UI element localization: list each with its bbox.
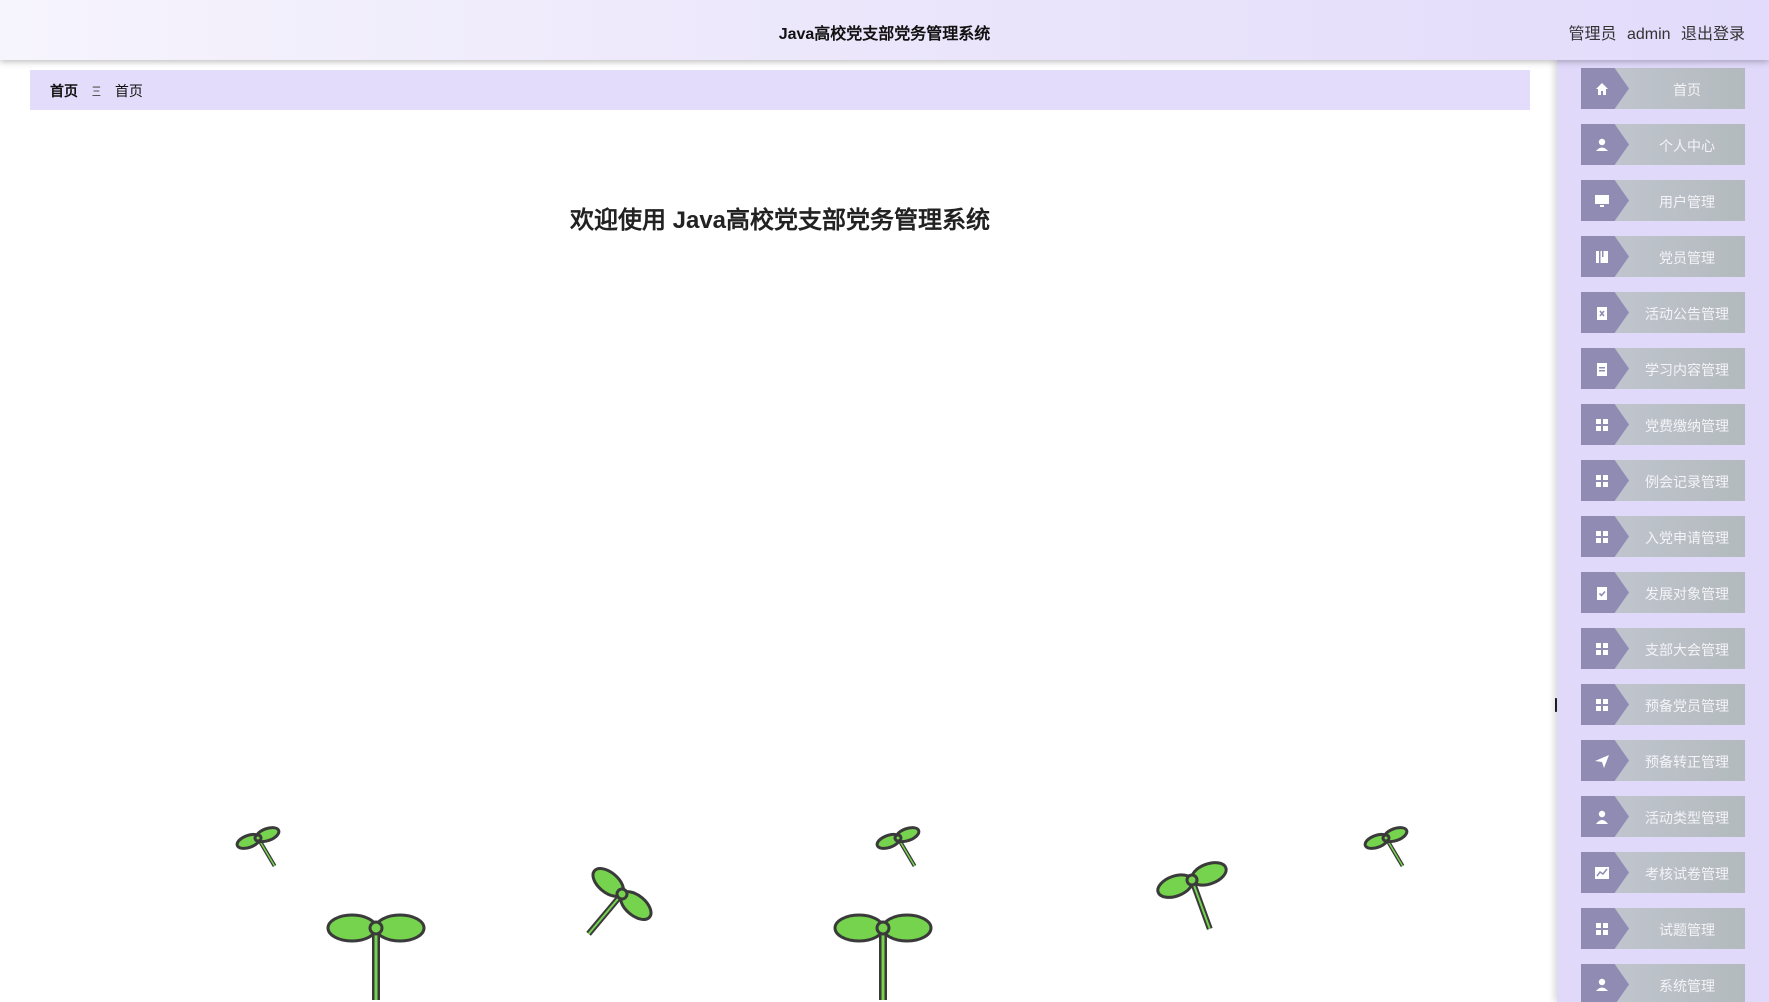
sidebar-item-label: 发展对象管理 xyxy=(1645,586,1729,602)
grid-icon xyxy=(1593,640,1611,658)
user-icon xyxy=(1593,136,1611,154)
sidebar-item[interactable]: 发展对象管理 xyxy=(1581,572,1745,613)
sidebar-item-label: 首页 xyxy=(1673,82,1701,98)
logout-link[interactable]: 退出登录 xyxy=(1681,26,1745,43)
sprout-icon xyxy=(235,826,1409,1000)
username: admin xyxy=(1626,26,1671,43)
sidebar-item-label: 个人中心 xyxy=(1659,138,1715,154)
book-icon xyxy=(1593,248,1611,266)
sidebar-item[interactable]: 党费缴纳管理 xyxy=(1581,404,1745,445)
sidebar-item-label: 预备转正管理 xyxy=(1645,754,1729,770)
clipboard-x-icon xyxy=(1593,304,1611,322)
grid-icon xyxy=(1593,472,1611,490)
sidebar: 首页个人中心用户管理党员管理活动公告管理 学习内容管理 党费缴纳管理 例会记录管理 入党… xyxy=(1557,60,1769,1002)
sidebar-item-label: 活动类型管理 xyxy=(1645,810,1729,826)
sidebar-item[interactable]: 系统管理 xyxy=(1581,964,1745,1002)
clipboard-check-icon xyxy=(1593,584,1611,602)
grid-icon xyxy=(1593,696,1611,714)
sidebar-item[interactable]: 用户管理 xyxy=(1581,180,1745,221)
sidebar-item-label: 例会记录管理 xyxy=(1645,474,1729,490)
sidebar-item[interactable]: 例会记录管理 xyxy=(1581,460,1745,501)
sidebar-item[interactable]: 预备党员管理 xyxy=(1581,684,1745,725)
user-area: 管理员 admin 退出登录 xyxy=(1562,20,1745,44)
sidebar-item-label: 系统管理 xyxy=(1659,978,1715,994)
breadcrumb-separator: Ξ xyxy=(91,83,101,99)
sidebar-item-label: 支部大会管理 xyxy=(1645,642,1729,658)
person-icon xyxy=(1593,808,1611,826)
sidebar-item-label: 用户管理 xyxy=(1659,194,1715,210)
sidebar-item-label: 学习内容管理 xyxy=(1645,362,1729,378)
sidebar-item-label: 试题管理 xyxy=(1659,922,1715,938)
sidebar-item[interactable]: 活动类型管理 xyxy=(1581,796,1745,837)
sidebar-item[interactable]: 学习内容管理 xyxy=(1581,348,1745,389)
sidebar-item-label: 活动公告管理 xyxy=(1645,306,1729,322)
sidebar-item[interactable]: 预备转正管理 xyxy=(1581,740,1745,781)
sidebar-item-label: 入党申请管理 xyxy=(1645,530,1729,546)
sprout-decorations xyxy=(235,826,1409,1000)
welcome-heading: 欢迎使用 Java高校党支部党务管理系统 xyxy=(569,207,991,234)
user-role: 管理员 xyxy=(1568,26,1617,43)
sidebar-item[interactable]: 党员管理 xyxy=(1581,236,1745,277)
sidebar-item[interactable]: 活动公告管理 xyxy=(1581,292,1745,333)
app-title: Java高校党支部党务管理系统 xyxy=(778,26,991,43)
send-icon xyxy=(1593,752,1611,770)
grid-icon xyxy=(1593,416,1611,434)
sidebar-item[interactable]: 首页 xyxy=(1581,68,1745,109)
sidebar-item[interactable]: 支部大会管理 xyxy=(1581,628,1745,669)
sidebar-item[interactable]: 入党申请管理 xyxy=(1581,516,1745,557)
grid-icon xyxy=(1593,528,1611,546)
sidebar-item[interactable]: 个人中心 xyxy=(1581,124,1745,165)
breadcrumb: 首页 Ξ 首页 xyxy=(30,70,1530,110)
sidebar-item-label: 党费缴纳管理 xyxy=(1645,418,1729,434)
sidebar-item[interactable]: 考核试卷管理 xyxy=(1581,852,1745,893)
top-header: Java高校党支部党务管理系统 管理员 admin 退出登录 xyxy=(0,0,1769,60)
sidebar-item[interactable]: 试题管理 xyxy=(1581,908,1745,949)
sidebar-item-label: 预备党员管理 xyxy=(1645,698,1729,714)
user-icon xyxy=(1593,976,1611,994)
clipboard-icon xyxy=(1593,360,1611,378)
chart-icon xyxy=(1593,864,1611,882)
sidebar-item-label: 考核试卷管理 xyxy=(1645,866,1729,882)
breadcrumb-current: 首页 xyxy=(114,83,143,99)
monitor-icon xyxy=(1593,192,1611,210)
breadcrumb-root[interactable]: 首页 xyxy=(50,83,78,99)
home-icon xyxy=(1593,80,1611,98)
grid-icon xyxy=(1593,920,1611,938)
sidebar-item-label: 党员管理 xyxy=(1659,250,1715,266)
